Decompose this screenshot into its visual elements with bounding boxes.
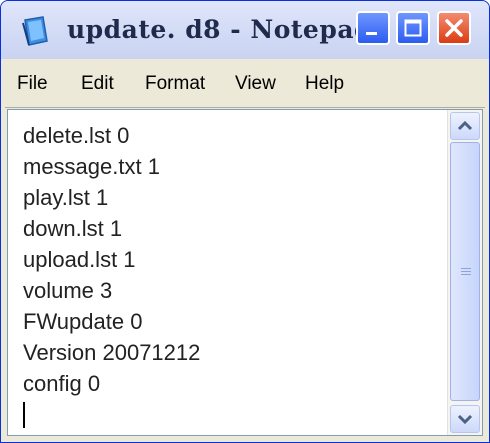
menu-edit[interactable]: Edit xyxy=(81,73,114,95)
text-line: upload.lst 1 xyxy=(23,247,136,272)
text-line: FWupdate 0 xyxy=(23,309,143,334)
window-title: update. d8 - Notepad xyxy=(67,15,372,44)
maximize-button[interactable] xyxy=(396,11,430,45)
title-bar[interactable]: update. d8 - Notepad xyxy=(1,1,489,59)
close-button[interactable] xyxy=(437,11,471,45)
scroll-down-button[interactable] xyxy=(450,405,480,433)
text-caret xyxy=(23,402,25,428)
text-line: play.lst 1 xyxy=(23,185,109,210)
text-line: volume 3 xyxy=(23,278,113,303)
minimize-button[interactable] xyxy=(356,11,390,45)
menu-format[interactable]: Format xyxy=(145,73,205,95)
vertical-scrollbar[interactable] xyxy=(447,110,482,435)
menu-view[interactable]: View xyxy=(235,73,276,95)
text-line: message.txt 1 xyxy=(23,154,160,179)
chevron-up-icon xyxy=(457,120,473,131)
close-icon xyxy=(445,19,463,37)
notepad-window: update. d8 - Notepad File Edit Format Vi… xyxy=(0,0,490,443)
menu-file[interactable]: File xyxy=(17,73,48,95)
editor-area[interactable]: delete.lst 0 message.txt 1 play.lst 1 do… xyxy=(7,109,483,436)
scroll-up-button[interactable] xyxy=(450,112,480,140)
grip-icon xyxy=(461,267,471,276)
chevron-down-icon xyxy=(457,414,473,425)
scroll-thumb[interactable] xyxy=(450,142,480,401)
text-line-current xyxy=(23,399,448,430)
notepad-icon xyxy=(22,16,48,46)
text-content[interactable]: delete.lst 0 message.txt 1 play.lst 1 do… xyxy=(8,110,448,435)
text-line: down.lst 1 xyxy=(23,216,123,241)
text-line: Version 20071212 xyxy=(23,340,201,365)
minimize-icon xyxy=(366,32,377,35)
menu-help[interactable]: Help xyxy=(305,73,344,95)
text-line: config 0 xyxy=(23,371,101,396)
maximize-icon xyxy=(404,19,422,37)
text-line: delete.lst 0 xyxy=(23,123,130,148)
menu-bar: File Edit Format View Help xyxy=(5,59,485,108)
